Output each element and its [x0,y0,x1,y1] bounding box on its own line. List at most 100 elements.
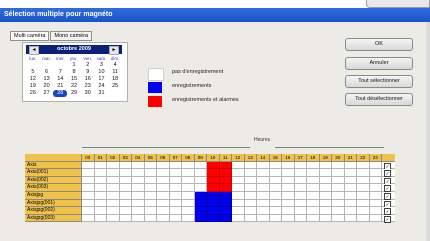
hour-cell[interactable] [132,176,145,185]
hour-cell[interactable] [219,199,232,208]
hour-cell[interactable] [294,176,307,185]
hour-cell[interactable] [169,184,182,192]
hour-cell[interactable] [369,207,382,215]
hour-cell[interactable] [357,207,370,215]
hour-cell[interactable] [257,184,270,192]
hour-cell[interactable] [332,199,345,208]
hour-cell[interactable] [169,169,182,177]
row-checkbox[interactable]: ✓ [384,215,391,223]
hour-cell[interactable] [294,191,307,200]
camera-name[interactable]: Axisjpg [25,191,82,200]
hour-cell[interactable] [307,207,320,215]
hour-cell[interactable] [94,214,107,223]
hour-cell[interactable] [357,161,370,170]
camera-name[interactable]: Axisjpg(001) [25,199,82,208]
hour-cell[interactable] [194,207,207,215]
hour-cell[interactable] [94,199,107,208]
hour-cell[interactable] [232,214,245,223]
hour-cell[interactable] [269,199,282,208]
hour-cell[interactable] [144,176,157,185]
hour-cell[interactable] [257,161,270,170]
hour-cell[interactable] [332,169,345,177]
hour-cell[interactable] [344,199,357,208]
hour-cell[interactable] [107,207,120,215]
hour-cell[interactable] [169,207,182,215]
hour-cell[interactable] [269,161,282,170]
hour-cell[interactable] [269,184,282,192]
calendar-day[interactable]: 8 [67,69,81,76]
hour-cell[interactable] [169,161,182,170]
hour-cell[interactable] [319,161,332,170]
camera-name[interactable]: Axisjpg(003) [25,214,82,223]
hour-cell[interactable] [219,161,232,170]
hour-cell[interactable] [232,161,245,170]
hour-cell[interactable] [244,161,257,170]
hour-cell[interactable] [257,169,270,177]
calendar-day[interactable]: 19 [26,83,40,90]
hour-cell[interactable] [282,161,295,170]
hour-cell[interactable] [369,191,382,200]
hour-cell[interactable] [194,199,207,208]
hour-cell[interactable] [244,191,257,200]
hour-cell[interactable] [294,207,307,215]
calendar-prev-button[interactable]: ◄ [29,46,39,55]
hour-cell[interactable] [82,199,95,208]
hour-cell[interactable] [169,176,182,185]
hour-cell[interactable] [132,214,145,223]
hour-cell[interactable] [369,161,382,170]
hour-cell[interactable] [344,169,357,177]
hour-cell[interactable] [307,169,320,177]
hour-cell[interactable] [282,176,295,185]
hour-cell[interactable] [294,214,307,223]
hour-cell[interactable] [307,214,320,223]
hour-cell[interactable] [357,169,370,177]
hour-cell[interactable] [369,176,382,185]
hour-cell[interactable] [194,176,207,185]
hour-cell[interactable] [144,191,157,200]
calendar-day[interactable]: 14 [53,76,67,83]
calendar-day[interactable]: 28 [53,90,68,97]
hour-cell[interactable] [107,214,120,223]
hour-cell[interactable] [94,169,107,177]
hour-cell[interactable] [269,207,282,215]
calendar-day[interactable]: 27 [40,90,54,97]
hour-cell[interactable] [157,176,170,185]
hour-cell[interactable] [157,169,170,177]
hour-cell[interactable] [157,191,170,200]
hour-cell[interactable] [182,161,195,170]
hour-cell[interactable] [357,214,370,223]
select-all-button[interactable]: Tout sélectionner [345,75,413,88]
calendar-day[interactable]: 22 [67,83,81,90]
calendar-day[interactable]: 30 [81,90,95,97]
hour-cell[interactable] [169,214,182,223]
hour-cell[interactable] [332,207,345,215]
hour-cell[interactable] [107,199,120,208]
hour-cell[interactable] [207,176,220,185]
hour-cell[interactable] [207,169,220,177]
calendar-day[interactable]: 5 [26,69,40,76]
calendar-day[interactable]: 25 [108,83,122,90]
hour-cell[interactable] [94,191,107,200]
hour-cell[interactable] [132,184,145,192]
hour-cell[interactable] [144,161,157,170]
deselect-all-button[interactable]: Tout désélectionner [345,93,413,106]
hour-cell[interactable] [282,169,295,177]
calendar-day[interactable]: 24 [95,83,109,90]
hour-cell[interactable] [207,191,220,200]
hour-cell[interactable] [119,191,132,200]
hour-cell[interactable] [144,214,157,223]
hour-cell[interactable] [182,184,195,192]
hour-cell[interactable] [269,191,282,200]
tab-mono-camera[interactable]: Mono caméra [50,31,93,41]
calendar-day[interactable]: 23 [81,83,95,90]
hour-cell[interactable] [369,169,382,177]
calendar-day[interactable]: 15 [67,76,81,83]
calendar-day[interactable]: 4 [108,62,122,69]
hour-cell[interactable] [194,191,207,200]
hour-cell[interactable] [319,214,332,223]
calendar-day[interactable]: 9 [81,69,95,76]
hour-cell[interactable] [307,184,320,192]
hour-cell[interactable] [207,214,220,223]
hour-cell[interactable] [257,191,270,200]
calendar-day[interactable]: 10 [95,69,109,76]
